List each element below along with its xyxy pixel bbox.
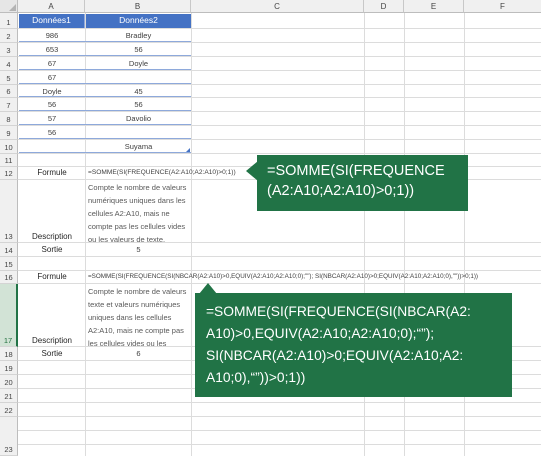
- gridline-col-c: [191, 13, 192, 456]
- output-label-2: Sortie: [41, 349, 63, 358]
- cell-b7[interactable]: 56: [86, 100, 191, 109]
- formula-text-1[interactable]: =SOMME(SI(FREQUENCE(A2:A10;A2:A10)>0;1)): [88, 169, 236, 176]
- row-header-15[interactable]: 15: [0, 257, 18, 271]
- cell-a8[interactable]: 57: [19, 114, 85, 123]
- callout-formula-1: =SOMME(SI(FREQUENCE (A2:A10;A2:A10)>0;1)…: [257, 155, 468, 211]
- cell-b10[interactable]: Suyama: [86, 142, 191, 151]
- description-label-2: Description: [31, 336, 72, 345]
- callout-2-line-3: SI(NBCAR(A2:A10)>0;EQUIV(A2:A10;A2:: [206, 348, 464, 363]
- gridline: [18, 430, 541, 431]
- table-resize-icon[interactable]: [186, 148, 190, 152]
- column-header-b[interactable]: B: [85, 0, 191, 13]
- cell-a9[interactable]: 56: [19, 128, 85, 137]
- row-header-3[interactable]: 3: [0, 43, 18, 57]
- formula-label-1: Formule: [37, 168, 67, 177]
- formula-text-2[interactable]: =SOMME(SI(FREQUENCE(SI(NBCAR(A2:A10)>0,E…: [88, 273, 478, 280]
- description-label-1: Description: [31, 232, 72, 241]
- row-header-21[interactable]: 21: [0, 389, 18, 403]
- row-header-16[interactable]: 16: [0, 271, 18, 284]
- gridline: [18, 256, 541, 257]
- column-header-d[interactable]: D: [364, 0, 404, 13]
- row-header-5[interactable]: 5: [0, 71, 18, 85]
- cell-b3[interactable]: 56: [86, 45, 191, 54]
- callout-2-line-2: A10)>0,EQUIV(A2:A10;A2:A10;0);“”);: [206, 326, 435, 341]
- row-header-10[interactable]: 10: [0, 140, 18, 154]
- column-header-c[interactable]: C: [191, 0, 364, 13]
- cell-a7[interactable]: 56: [19, 100, 85, 109]
- callout-2-line-4: A10;0),“”))>0;1)): [206, 370, 306, 385]
- gridline: [18, 416, 541, 417]
- gridline: [18, 153, 541, 154]
- row-header-9[interactable]: 9: [0, 126, 18, 140]
- cell-a2[interactable]: 986: [19, 31, 85, 40]
- row-header-18[interactable]: 18: [0, 347, 18, 361]
- row-header-17[interactable]: 17: [0, 284, 18, 347]
- row-header-1[interactable]: 1: [0, 13, 18, 29]
- formula-label-2: Formule: [37, 272, 67, 281]
- row-header-12[interactable]: 12: [0, 167, 18, 180]
- cell-a4[interactable]: 67: [19, 59, 85, 68]
- description-text-1[interactable]: Compte le nombre de valeurs numériques u…: [88, 181, 191, 246]
- table-header-donnees1[interactable]: Données1: [19, 14, 85, 28]
- gridline: [18, 270, 541, 271]
- column-header-e[interactable]: E: [404, 0, 464, 13]
- callout-1-line-1: =SOMME(SI(FREQUENCE: [267, 163, 445, 179]
- table-header-donnees2[interactable]: Données2: [86, 14, 191, 28]
- row-header-22[interactable]: 22: [0, 403, 18, 417]
- gridline: [18, 444, 541, 445]
- description-text-2[interactable]: Compte le nombre de valeurs texte et val…: [88, 285, 191, 350]
- callout-1-line-2: (A2:A10;A2:A10)>0;1)): [267, 183, 415, 199]
- output-label-1: Sortie: [41, 245, 63, 254]
- output-value-2[interactable]: 6: [86, 349, 191, 358]
- gridline: [18, 402, 541, 403]
- row-header-6[interactable]: 6: [0, 85, 18, 98]
- callout-2-line-1: =SOMME(SI(FREQUENCE(SI(NBCAR(A2:: [206, 304, 471, 319]
- row-header-4[interactable]: 4: [0, 57, 18, 71]
- callout-formula-2: =SOMME(SI(FREQUENCE(SI(NBCAR(A2: A10)>0,…: [195, 293, 512, 397]
- cell-b2[interactable]: Bradley: [86, 31, 191, 40]
- row-header-19[interactable]: 19: [0, 361, 18, 375]
- row-header-2[interactable]: 2: [0, 29, 18, 43]
- row-header-14[interactable]: 14: [0, 243, 18, 257]
- column-header-f[interactable]: F: [464, 0, 541, 13]
- output-value-1[interactable]: 5: [86, 245, 191, 254]
- select-all-icon: [9, 4, 16, 11]
- row-header-20[interactable]: 20: [0, 375, 18, 389]
- spreadsheet-grid[interactable]: A B C D E F 1 2 3 4 5 6 7 8 9 10 11 12 1…: [0, 0, 541, 456]
- gridline: [18, 283, 541, 284]
- row-header-11[interactable]: 11: [0, 154, 18, 167]
- cell-a5[interactable]: 67: [19, 73, 85, 82]
- row-header-7[interactable]: 7: [0, 98, 18, 112]
- column-header-a[interactable]: A: [18, 0, 85, 13]
- cell-b4[interactable]: Doyle: [86, 59, 191, 68]
- row-header-8[interactable]: 8: [0, 112, 18, 126]
- cell-b6[interactable]: 45: [86, 87, 191, 96]
- cell-a3[interactable]: 653: [19, 45, 85, 54]
- cell-a6[interactable]: Doyle: [19, 87, 85, 96]
- cell-b8[interactable]: Davolio: [86, 114, 191, 123]
- row-header-13[interactable]: 13: [0, 180, 18, 243]
- row-header-23[interactable]: 23: [0, 417, 18, 456]
- select-all-button[interactable]: [0, 0, 18, 13]
